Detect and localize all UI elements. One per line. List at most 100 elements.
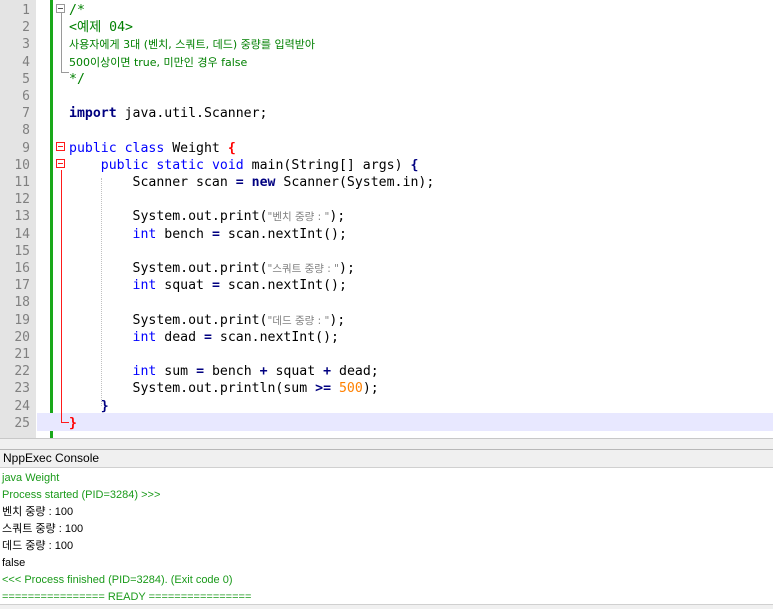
- line-number: 15: [14, 243, 30, 259]
- code-line[interactable]: 14 int bench = scan.nextInt();: [0, 226, 773, 243]
- console-bottom-edge: [0, 604, 773, 609]
- code-text: int sum = bench + squat + dead;: [69, 363, 379, 380]
- code-line[interactable]: 11 Scanner scan = new Scanner(System.in)…: [0, 174, 773, 191]
- console-output[interactable]: java Weight Process started (PID=3284) >>…: [0, 468, 773, 608]
- code-text: public class Weight {: [69, 140, 236, 157]
- code-line[interactable]: 25}: [0, 415, 773, 432]
- code-line[interactable]: 7 import java.util.Scanner;: [0, 105, 773, 122]
- code-token: 사용자에게 3대 (벤치, 스쿼트, 데드) 중량를 입력받아: [69, 38, 315, 52]
- line-number: 3: [22, 37, 30, 53]
- line-number: 19: [14, 312, 30, 328]
- code-line[interactable]: 15: [0, 243, 773, 260]
- code-token: "스쿼트 중량 : ": [267, 263, 340, 275]
- console-line: ================ READY ================: [2, 591, 252, 603]
- line-number: 16: [14, 261, 30, 276]
- code-line[interactable]: 9 public class Weight {: [0, 140, 773, 157]
- code-token: +: [323, 364, 332, 380]
- code-token: );: [329, 209, 346, 225]
- code-text: System.out.println(sum >= 500);: [69, 380, 379, 397]
- code-line[interactable]: 1 /*: [0, 2, 773, 19]
- line-number: 8: [22, 123, 30, 139]
- code-token: int: [132, 278, 157, 294]
- code-text: /*: [69, 2, 85, 19]
- line-number: 14: [14, 226, 30, 242]
- code-text: */: [69, 71, 85, 88]
- code-token: =: [196, 364, 205, 380]
- line-number: 17: [14, 278, 30, 294]
- console-line: 데드 중량 : 100: [2, 540, 74, 552]
- code-token: );: [339, 261, 355, 276]
- code-token: sum: [156, 364, 197, 380]
- code-line[interactable]: 22 int sum = bench + squat + dead;: [0, 363, 773, 380]
- line-number: 13: [14, 209, 30, 225]
- code-line[interactable]: 10 public static void main(String[] args…: [0, 157, 773, 174]
- code-line[interactable]: 23 System.out.println(sum >= 500);: [0, 380, 773, 397]
- code-line[interactable]: 2 <예제 04>: [0, 19, 773, 36]
- code-line[interactable]: 5 */: [0, 71, 773, 88]
- code-token: Scanner(System.in);: [275, 175, 435, 190]
- code-token: /*: [69, 3, 85, 18]
- code-text: System.out.print("스쿼트 중량 : ");: [69, 260, 355, 278]
- line-number: 21: [14, 347, 30, 362]
- code-text: int bench = scan.nextInt();: [69, 226, 347, 243]
- line-number: 18: [14, 295, 30, 311]
- code-token: main(String[] args): [243, 157, 411, 173]
- code-line[interactable]: 6: [0, 88, 773, 105]
- line-number: 22: [14, 364, 30, 380]
- code-token: import: [69, 106, 117, 122]
- code-line[interactable]: 13 System.out.print("벤치 중량 : ");: [0, 208, 773, 225]
- code-token: System.out.print(: [69, 209, 268, 225]
- code-line[interactable]: 18: [0, 294, 773, 311]
- code-token: System.out.print(: [69, 261, 268, 276]
- panel-splitter[interactable]: [0, 438, 773, 449]
- code-token: squat: [267, 364, 324, 380]
- code-token: dead;: [331, 364, 379, 380]
- code-token: {: [410, 157, 419, 173]
- code-token: class: [124, 140, 165, 156]
- line-number: 2: [22, 20, 30, 36]
- code-line[interactable]: 24 }: [0, 398, 773, 415]
- code-line[interactable]: 16 System.out.print("스쿼트 중량 : ");: [0, 260, 773, 277]
- code-token: int: [132, 226, 157, 242]
- code-line[interactable]: 8: [0, 122, 773, 139]
- code-token: scan.nextInt();: [219, 278, 347, 294]
- line-number: 1: [22, 3, 30, 18]
- line-number: 25: [14, 415, 30, 431]
- code-text: System.out.print("데드 중량 : ");: [69, 312, 346, 330]
- code-token: System.out.println(sum: [69, 381, 316, 397]
- code-line[interactable]: 21: [0, 346, 773, 363]
- code-token: public: [100, 157, 149, 173]
- console-line: false: [2, 557, 26, 569]
- code-token: {: [227, 140, 236, 156]
- code-line[interactable]: 12: [0, 191, 773, 208]
- code-line[interactable]: 20 int dead = scan.nextInt();: [0, 329, 773, 346]
- code-line[interactable]: 17 int squat = scan.nextInt();: [0, 277, 773, 294]
- code-token: }: [100, 398, 109, 414]
- code-token: scan.nextInt();: [219, 226, 347, 242]
- code-token: =: [211, 226, 220, 242]
- line-number: 20: [14, 329, 30, 345]
- code-token: dead: [156, 329, 204, 345]
- code-text: 사용자에게 3대 (벤치, 스쿼트, 데드) 중량를 입력받아: [69, 36, 315, 53]
- code-line[interactable]: 19 System.out.print("데드 중량 : ");: [0, 312, 773, 329]
- code-token: =: [211, 278, 220, 294]
- code-line[interactable]: 3 사용자에게 3대 (벤치, 스쿼트, 데드) 중량를 입력받아: [0, 36, 773, 53]
- code-text: public static void main(String[] args) {: [69, 157, 419, 174]
- code-editor[interactable]: 1 /* 2 <예제 04> 3 사용자에게 3대 (벤치, 스쿼트, 데드) 중량를 입…: [0, 0, 773, 438]
- console-line: java Weight: [2, 472, 60, 484]
- console-line: 스쿼트 중량 : 100: [2, 523, 84, 535]
- code-line[interactable]: 4 500이상이면 true, 미만인 경우 false: [0, 54, 773, 71]
- code-text: <예제 04>: [69, 19, 133, 36]
- code-text: Scanner scan = new Scanner(System.in);: [69, 174, 435, 191]
- code-token: public: [69, 140, 117, 156]
- code-text: 500이상이면 true, 미만인 경우 false: [69, 54, 247, 71]
- code-token: "데드 중량 : ": [267, 314, 330, 327]
